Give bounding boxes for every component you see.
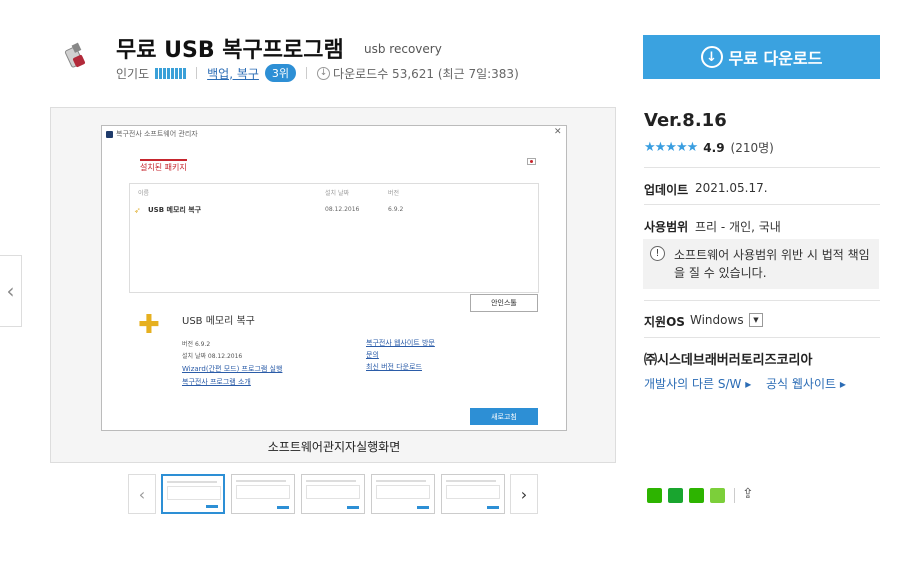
column-header: 이름: [138, 190, 150, 197]
divider: [644, 204, 880, 205]
warning-box: ! 소프트웨어 사용범위 위반 시 법적 책임을 질 수 있습니다.: [643, 239, 879, 289]
share-cafe-icon[interactable]: [668, 488, 683, 503]
divider: [644, 167, 880, 168]
popularity-label: 인기도: [116, 66, 150, 81]
thumbnail[interactable]: [441, 474, 505, 514]
app-name: USB 메모리 복구: [182, 316, 255, 327]
thumbnail[interactable]: [161, 474, 225, 514]
developer-site-link[interactable]: 공식 웹사이트 ▸: [766, 375, 846, 392]
warning-text: 소프트웨어 사용범위 위반 시 법적 책임을 질 수 있습니다.: [674, 248, 870, 280]
share-memo-icon[interactable]: [710, 488, 725, 503]
download-count: 다운로드수 53,621 (최근 7일:383): [333, 66, 519, 81]
thumbnail[interactable]: [371, 474, 435, 514]
site-link: 복구전사 웹사이트 방문: [366, 339, 435, 347]
table-row-name: USB 메모리 복구: [148, 206, 202, 214]
app-icon: [64, 42, 85, 68]
intro-link: 복구전사 프로그램 소개: [182, 378, 251, 386]
rank-badge: 3위: [264, 64, 297, 82]
thumb-next-button[interactable]: ›: [510, 474, 538, 514]
thumbnail[interactable]: [231, 474, 295, 514]
share-export-icon[interactable]: ⇪: [742, 486, 754, 502]
table-row-version: 6.9.2: [388, 206, 404, 213]
download-button-label: 무료 다운로드: [728, 49, 823, 68]
refresh-button: 새로고침: [470, 408, 538, 425]
rating-count: (210명): [730, 141, 774, 155]
package-table: 이름 설치 날짜 버전 ➶ USB 메모리 복구 08.12.2016 6.9.…: [129, 183, 539, 293]
flag-icon: [527, 158, 536, 165]
wing-icon: ➶: [134, 206, 141, 215]
window-logo-icon: [106, 130, 113, 138]
wing-icon: ✚: [138, 310, 160, 340]
close-icon: ✕: [554, 127, 562, 137]
table-row-date: 08.12.2016: [325, 206, 360, 213]
window-title: 복구전사 소프트웨어 관리자: [106, 129, 198, 139]
column-header: 설치 날짜: [325, 190, 349, 197]
page-title: 무료 USB 복구프로그램: [116, 38, 344, 63]
scope-value: 프리 - 개인, 국내: [695, 220, 781, 234]
screenshot-prev-button[interactable]: ‹: [0, 255, 22, 327]
scope-label: 사용범위: [644, 220, 689, 234]
os-dropdown-button[interactable]: ▼: [749, 313, 763, 327]
divider: [644, 300, 880, 301]
share-blog-icon[interactable]: [647, 488, 662, 503]
latest-link: 최신 버전 다운로드: [366, 363, 422, 371]
thumbnail[interactable]: [301, 474, 365, 514]
share-bookmark-icon[interactable]: [689, 488, 704, 503]
rating: ★★★★★ 4.9 (210명): [644, 139, 774, 156]
update-value: 2021.05.17.: [695, 181, 768, 195]
install-info: 설치 날짜 08.12.2016: [182, 353, 243, 360]
popularity-bar: [155, 67, 187, 79]
download-arrow-icon: ↓: [700, 46, 723, 68]
screenshot-caption: 소프트웨어관지자실행화면: [267, 440, 401, 454]
window-tab: 설치된 패키지: [140, 159, 187, 173]
developer-other-link[interactable]: 개발사의 다른 S/W ▸: [644, 375, 751, 392]
category-link[interactable]: 백업, 복구: [207, 65, 259, 82]
star-icon: ★★★★★: [644, 140, 698, 155]
column-header: 버전: [388, 190, 400, 197]
download-count-icon: ↓: [317, 66, 331, 80]
os-label: 지원OS: [644, 315, 685, 329]
uninstall-button: 안인스톨: [470, 294, 538, 312]
page-subtitle: usb recovery: [364, 42, 442, 56]
wizard-link: Wizard(간편 모드) 프로그램 실행: [182, 365, 283, 373]
divider: [734, 488, 735, 503]
exclamation-icon: !: [650, 246, 665, 261]
developer-name: ㈜시스데브래버러토리즈코리아: [644, 353, 813, 368]
divider: [644, 337, 880, 338]
update-label: 업데이트: [644, 183, 689, 197]
version: Ver.8.16: [644, 110, 727, 131]
screenshot-image: 복구전사 소프트웨어 관리자 ✕ 설치된 패키지 이름 설치 날짜 버전 ➶ U…: [101, 125, 567, 431]
screenshot-viewer[interactable]: 복구전사 소프트웨어 관리자 ✕ 설치된 패키지 이름 설치 날짜 버전 ➶ U…: [50, 107, 616, 463]
version-info: 버전 6.9.2: [182, 341, 211, 348]
os-value: Windows: [690, 313, 744, 327]
meta-row: 인기도 백업, 복구 3위 ↓ 다운로드수 53,621 (최근 7일:383): [116, 64, 519, 82]
contact-link: 문의: [366, 351, 379, 359]
thumb-prev-button[interactable]: ‹: [128, 474, 156, 514]
rating-score: 4.9: [703, 140, 725, 155]
download-button[interactable]: ↓ 무료 다운로드: [643, 35, 880, 79]
